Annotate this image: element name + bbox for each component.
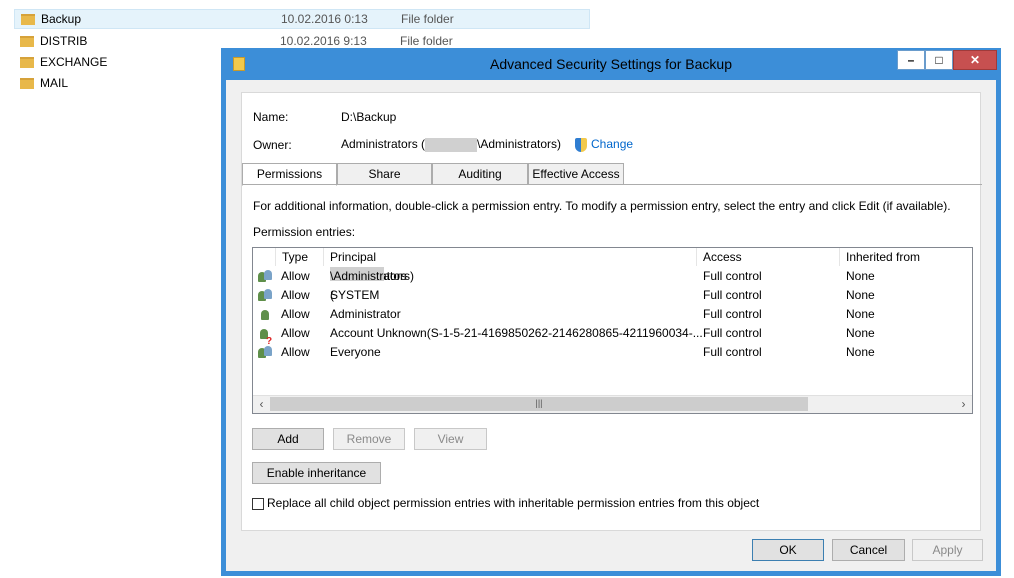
folder-icon bbox=[21, 13, 35, 25]
column-header-inherited[interactable]: Inherited from bbox=[840, 248, 972, 266]
file-date: 10.02.2016 0:13 bbox=[281, 12, 368, 26]
entry-type: Allow bbox=[281, 288, 310, 302]
cancel-button[interactable]: Cancel bbox=[832, 539, 905, 561]
close-button[interactable]: ✕ bbox=[953, 50, 997, 70]
column-header-access[interactable]: Access bbox=[697, 248, 840, 266]
entry-type: Allow bbox=[281, 326, 310, 340]
ok-button[interactable]: OK bbox=[752, 539, 824, 561]
add-button[interactable]: Add bbox=[252, 428, 324, 450]
entry-principal: Administrator bbox=[330, 307, 401, 321]
enable-inheritance-button[interactable]: Enable inheritance bbox=[252, 462, 381, 484]
entry-access: Full control bbox=[703, 288, 762, 302]
entry-principal: Everyone bbox=[330, 345, 381, 359]
tab-share[interactable]: Share bbox=[337, 163, 432, 185]
column-header-principal[interactable]: Principal bbox=[324, 248, 697, 266]
dialog-titlebar[interactable]: Advanced Security Settings for Backup – … bbox=[221, 48, 1001, 80]
user-icon bbox=[258, 307, 273, 322]
apply-button[interactable]: Apply bbox=[912, 539, 983, 561]
file-type: File folder bbox=[400, 34, 453, 48]
replace-child-label[interactable]: Replace all child object permission entr… bbox=[267, 496, 759, 510]
entry-access: Full control bbox=[703, 307, 762, 321]
file-name: DISTRIB bbox=[40, 34, 88, 48]
principal-suffix: \Administrators) bbox=[330, 269, 415, 283]
entry-principal: SYSTEM bbox=[330, 288, 380, 302]
dialog-client: Name: D:\Backup Owner: Administrators ( \… bbox=[226, 80, 996, 571]
change-link-text[interactable]: Change bbox=[591, 137, 633, 151]
change-owner-link[interactable]: Change bbox=[575, 137, 633, 152]
dialog-title: Advanced Security Settings for Backup bbox=[489, 56, 733, 72]
unknown-user-icon: ? bbox=[258, 326, 273, 347]
entry-access: Full control bbox=[703, 345, 762, 359]
name-label: Name: bbox=[253, 110, 289, 124]
table-row[interactable]: Allow Everyone Full control None bbox=[253, 343, 972, 362]
owner-value: Administrators ( \Administrators) bbox=[341, 137, 561, 152]
group-icon bbox=[258, 345, 273, 360]
permission-entries-list[interactable]: Type Principal Access Inherited from All… bbox=[252, 247, 973, 414]
explorer-row-backup[interactable]: Backup 10.02.2016 0:13 File folder bbox=[14, 9, 590, 29]
tab-permissions[interactable]: Permissions bbox=[242, 163, 337, 186]
tab-strip: Permissions Share Auditing Effective Acc… bbox=[242, 163, 982, 186]
entry-inherited: None bbox=[846, 307, 875, 321]
info-text: For additional information, double-click… bbox=[253, 199, 951, 213]
remove-button[interactable]: Remove bbox=[333, 428, 405, 450]
entry-inherited: None bbox=[846, 288, 875, 302]
folder-icon bbox=[20, 35, 34, 47]
view-button[interactable]: View bbox=[414, 428, 487, 450]
table-row[interactable]: Allow SYSTEM Full control None bbox=[253, 286, 972, 305]
tab-auditing[interactable]: Auditing bbox=[432, 163, 528, 185]
tab-effective-access[interactable]: Effective Access bbox=[528, 163, 624, 185]
group-icon bbox=[258, 288, 273, 303]
replace-child-checkbox[interactable] bbox=[252, 498, 264, 510]
entry-type: Allow bbox=[281, 269, 310, 283]
owner-suffix: \Administrators) bbox=[477, 137, 562, 151]
permissions-tab-body: For additional information, double-click… bbox=[242, 184, 982, 533]
entry-inherited: None bbox=[846, 326, 875, 340]
column-header-icon bbox=[253, 248, 276, 266]
scroll-right-icon[interactable]: › bbox=[955, 396, 972, 413]
entry-inherited: None bbox=[846, 345, 875, 359]
column-header-type[interactable]: Type bbox=[276, 248, 324, 266]
scroll-left-icon[interactable]: ‹ bbox=[253, 396, 270, 413]
folder-icon bbox=[20, 56, 34, 68]
permission-entries-label: Permission entries: bbox=[253, 225, 356, 239]
horizontal-scrollbar[interactable]: ‹ ||| › bbox=[253, 395, 972, 413]
security-panel: Name: D:\Backup Owner: Administrators ( \… bbox=[241, 92, 982, 533]
file-date: 10.02.2016 9:13 bbox=[280, 34, 367, 48]
table-row[interactable]: Allow Administrator Full control None bbox=[253, 305, 972, 324]
scroll-thumb[interactable]: ||| bbox=[270, 397, 808, 411]
group-icon bbox=[258, 269, 273, 284]
entry-type: Allow bbox=[281, 345, 310, 359]
owner-label: Owner: bbox=[253, 138, 292, 152]
redacted-block bbox=[425, 137, 478, 152]
folder-icon bbox=[20, 77, 34, 89]
advanced-security-dialog: Advanced Security Settings for Backup – … bbox=[221, 48, 1001, 576]
minimize-button[interactable]: – bbox=[897, 50, 925, 70]
uac-shield-icon bbox=[575, 137, 587, 152]
maximize-button[interactable]: □ bbox=[925, 50, 953, 70]
entry-principal: Account Unknown(S-1-5-21-4169850262-2146… bbox=[330, 326, 703, 340]
owner-prefix: Administrators ( bbox=[341, 137, 426, 151]
file-name: Backup bbox=[41, 12, 82, 26]
entry-access: Full control bbox=[703, 326, 762, 340]
table-row[interactable]: Allow Administrators (\Administrators) F… bbox=[253, 267, 972, 302]
entry-access: Full control bbox=[703, 269, 762, 283]
entry-type: Allow bbox=[281, 307, 310, 321]
name-value: D:\Backup bbox=[341, 110, 397, 124]
entry-inherited: None bbox=[846, 269, 875, 283]
table-row[interactable]: ? Allow Account Unknown(S-1-5-21-4169850… bbox=[253, 324, 972, 347]
file-type: File folder bbox=[401, 12, 454, 26]
